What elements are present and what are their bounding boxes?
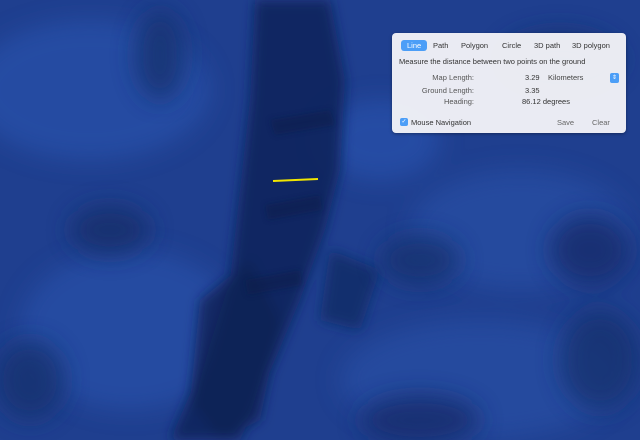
mouse-navigation-label[interactable]: Mouse Navigation (411, 118, 471, 127)
ground-length-label: Ground Length: (421, 86, 474, 95)
tab-circle[interactable]: Circle (502, 40, 521, 51)
mouse-navigation-checkbox[interactable]: ✓ (400, 118, 408, 126)
save-button[interactable]: Save (557, 118, 574, 127)
heading-value: 86.12 degrees (522, 97, 570, 106)
measure-hint: Measure the distance between two points … (399, 57, 586, 66)
ruler-panel: Line Path Polygon Circle 3D path 3D poly… (392, 33, 626, 133)
updown-chevron-icon[interactable]: ⇕ (610, 73, 619, 83)
map-length-label: Map Length: (432, 73, 474, 82)
clear-button[interactable]: Clear (592, 118, 610, 127)
tab-3d-polygon[interactable]: 3D polygon (572, 40, 610, 51)
units-dropdown[interactable]: Kilometers ⇕ (545, 73, 619, 83)
units-selected: Kilometers (548, 73, 584, 82)
map-length-value: 3.29 (525, 73, 540, 82)
tab-line[interactable]: Line (401, 40, 428, 51)
tab-3d-path[interactable]: 3D path (534, 40, 560, 51)
tab-path[interactable]: Path (433, 40, 448, 51)
tab-polygon[interactable]: Polygon (461, 40, 488, 51)
ground-length-value: 3.35 (525, 86, 540, 95)
heading-label: Heading: (443, 97, 474, 106)
